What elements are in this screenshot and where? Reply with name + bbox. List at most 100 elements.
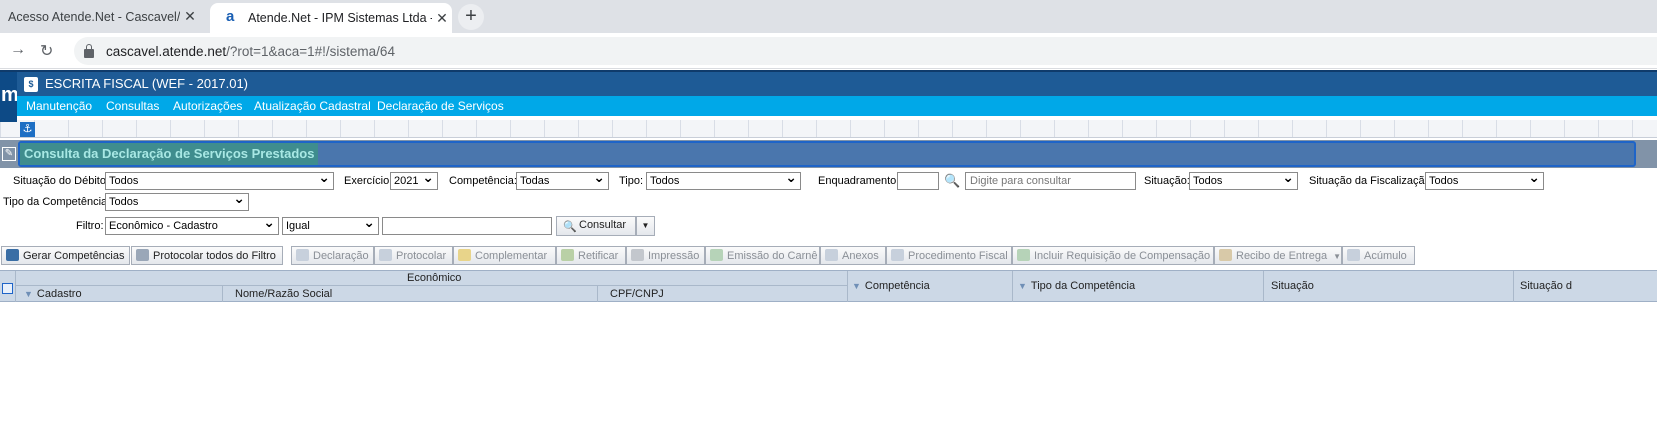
tipo-label: Tipo: <box>619 175 644 187</box>
incluir-requisicao-button[interactable]: Incluir Requisição de Compensação <box>1012 246 1214 265</box>
ipm-logo[interactable]: m <box>0 72 17 122</box>
menu-autorizacoes[interactable]: Autorizações <box>173 99 242 113</box>
retificar-button[interactable]: Retificar <box>556 246 626 265</box>
grid-header: Econômico ▼ Cadastro Nome/Razão Social CP… <box>0 270 1657 302</box>
panel-header: ✎ Consulta da Declaração de Serviços Pre… <box>0 140 1657 168</box>
column-cadastro[interactable]: ▼ Cadastro <box>24 288 82 300</box>
situacao-label: Situação: <box>1144 175 1190 187</box>
forward-icon[interactable]: → <box>10 41 26 59</box>
folder-icon <box>458 249 471 261</box>
filtro-value-input[interactable] <box>382 217 552 235</box>
enquadramento-search-input[interactable]: Digite para consultar <box>965 172 1136 190</box>
consultar-button[interactable]: 🔍 Consultar <box>556 216 636 236</box>
menu-manutencao[interactable]: Manutenção <box>26 99 92 113</box>
column-competencia-label: Competência <box>864 280 930 292</box>
app-header: m $ ESCRITA FISCAL (WEF - 2017.01) <box>0 70 1657 122</box>
column-situacao-fiscalizacao[interactable]: Situação d <box>1520 280 1572 292</box>
gerar-competencias-button[interactable]: Gerar Competências <box>1 246 130 265</box>
competencia-label: Competência: <box>449 175 517 187</box>
menu-declaracao-servicos[interactable]: Declaração de Serviços <box>377 99 504 113</box>
complementar-label: Complementar <box>475 250 548 262</box>
column-tipo-competencia[interactable]: ▼ Tipo da Competência <box>1018 280 1135 292</box>
filtro-label: Filtro: <box>76 220 104 232</box>
impressao-label: Impressão <box>648 250 700 262</box>
close-tab-icon[interactable]: ✕ <box>432 10 452 27</box>
attachment-icon <box>825 249 838 261</box>
situacao-select[interactable]: Todos <box>1189 172 1298 190</box>
enquadramento-label: Enquadramento: <box>818 175 900 187</box>
protocolar-todos-button[interactable]: Protocolar todos do Filtro <box>131 246 283 265</box>
browser-tab-acesso[interactable]: Acesso Atende.Net - Cascavel/PR ✕ <box>0 0 200 33</box>
declaration-icon <box>296 249 309 261</box>
column-cadastro-label: Cadastro <box>36 288 82 300</box>
competencia-select[interactable]: Todas <box>516 172 609 190</box>
new-tab-button[interactable]: + <box>458 4 484 30</box>
chevron-down-icon: ▼ <box>641 221 650 230</box>
protocolar-todos-label: Protocolar todos do Filtro <box>153 250 276 262</box>
complementar-button[interactable]: Complementar <box>453 246 556 265</box>
search-icon: 🔍 <box>563 221 577 233</box>
emissao-carne-button[interactable]: Emissão do Carnê <box>705 246 820 265</box>
search-icon <box>891 249 904 261</box>
situacao-fiscalizacao-select[interactable]: Todos <box>1425 172 1544 190</box>
incluir-requisicao-label: Incluir Requisição de Compensação <box>1034 250 1211 262</box>
emissao-carne-label: Emissão do Carnê <box>727 250 818 262</box>
reload-icon[interactable]: ↻ <box>40 41 53 61</box>
edit-icon: ✎ <box>2 147 16 161</box>
acumulo-label: Acúmulo <box>1364 250 1407 262</box>
column-tipo-competencia-label: Tipo da Competência <box>1030 280 1136 292</box>
enquadramento-code-input[interactable] <box>897 172 939 190</box>
declaracao-button[interactable]: Declaração <box>291 246 374 265</box>
protocolar-button[interactable]: Protocolar <box>374 246 453 265</box>
panel-title: Consulta da Declaração de Serviços Prest… <box>20 143 319 165</box>
anexos-label: Anexos <box>842 250 879 262</box>
anexos-button[interactable]: Anexos <box>820 246 886 265</box>
app-title: ESCRITA FISCAL (WEF - 2017.01) <box>45 76 248 91</box>
protocolar-label: Protocolar <box>396 250 447 262</box>
column-competencia[interactable]: ▼ Competência <box>852 280 930 292</box>
atende-favicon-icon: a <box>226 8 235 25</box>
menu-consultas[interactable]: Consultas <box>106 99 159 113</box>
procedimento-fiscal-label: Procedimento Fiscal <box>908 250 1008 262</box>
panel-title-bar: Consulta da Declaração de Serviços Prest… <box>18 141 1636 167</box>
browser-tab-bar: Acesso Atende.Net - Cascavel/PR ✕ a Aten… <box>0 0 1657 33</box>
tab-title: Atende.Net - IPM Sistemas Ltda - <box>248 11 432 25</box>
procedimento-fiscal-button[interactable]: Procedimento Fiscal <box>886 246 1012 265</box>
exercicio-select[interactable]: 2021 <box>390 172 438 190</box>
consultar-dropdown-button[interactable]: ▼ <box>636 216 655 236</box>
declaracao-label: Declaração <box>313 250 369 262</box>
window-strip <box>0 120 1657 138</box>
search-icon[interactable]: 🔍 <box>944 173 960 189</box>
impressao-button[interactable]: Impressão <box>626 246 705 265</box>
anchor-icon[interactable]: ⚓ <box>20 122 35 137</box>
select-all-checkbox[interactable] <box>2 283 13 294</box>
column-situacao[interactable]: Situação <box>1271 280 1314 292</box>
url-path: /?rot=1&aca=1#!/sistema/64 <box>226 43 395 59</box>
main-menu: Manutenção Consultas Autorizações Atuali… <box>0 96 1657 116</box>
browser-tab-atende[interactable]: a Atende.Net - IPM Sistemas Ltda - ✕ <box>210 3 452 33</box>
tipo-competencia-select[interactable]: Todos <box>105 193 249 211</box>
tab-title: Acesso Atende.Net - Cascavel/PR <box>8 9 180 24</box>
tipo-select[interactable]: Todos <box>646 172 801 190</box>
menu-atualizacao-cadastral[interactable]: Atualização Cadastral <box>254 99 371 113</box>
situacao-debito-select[interactable]: Todos <box>105 172 334 190</box>
lock-icon <box>84 43 94 58</box>
acumulo-button[interactable]: Acúmulo <box>1342 246 1415 265</box>
consultar-label: Consultar <box>579 219 627 231</box>
economico-group-header: Econômico <box>407 272 462 284</box>
recibo-entrega-button[interactable]: Recibo de Entrega ▼ <box>1214 246 1342 265</box>
receipt-icon <box>1219 249 1232 261</box>
close-tab-icon[interactable]: ✕ <box>180 8 200 25</box>
tipo-competencia-label: Tipo da Competência: <box>3 196 111 208</box>
edit-icon <box>561 249 574 261</box>
column-nome[interactable]: Nome/Razão Social <box>235 288 332 300</box>
filtro-field-select[interactable]: Econômico - Cadastro <box>105 217 279 235</box>
situacao-debito-label: Situação do Débito: <box>13 175 110 187</box>
accumulate-icon <box>1347 249 1360 261</box>
sort-icon: ▼ <box>852 281 861 291</box>
url-host: cascavel.atende.net <box>106 43 227 59</box>
filtro-operator-select[interactable]: Igual <box>282 217 379 235</box>
document-icon <box>136 249 149 261</box>
url-field[interactable]: cascavel.atende.net/?rot=1&aca=1#!/siste… <box>74 37 1657 65</box>
column-cpf-cnpj[interactable]: CPF/CNPJ <box>610 288 664 300</box>
